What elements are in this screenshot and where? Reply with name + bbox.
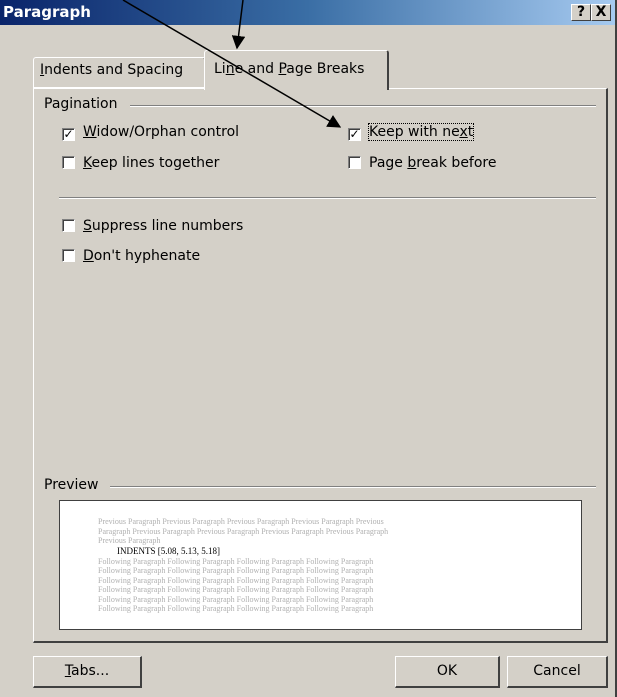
- preview-line: Following Paragraph Following Paragraph …: [98, 575, 374, 585]
- checkbox-label: Don't hyphenate: [83, 248, 201, 264]
- checkbox-label: Suppress line numbers: [83, 218, 244, 234]
- tab-line-and-page-breaks[interactable]: Line and Page Breaks: [204, 50, 389, 90]
- preview-line: Following Paragraph Following Paragraph …: [98, 556, 374, 566]
- preview-following-text: Following Paragraph Following Paragraph …: [60, 557, 581, 614]
- preview-line: Previous Paragraph: [98, 536, 161, 545]
- tab-label: Indents and Spacing: [40, 62, 184, 78]
- preview-group-label: Preview: [44, 477, 105, 493]
- checkbox-box[interactable]: [62, 219, 75, 232]
- widow-orphan-control-checkbox[interactable]: ✓ Widow/Orphan control: [62, 124, 239, 141]
- preview-divider: [110, 486, 596, 488]
- preview-line: Following Paragraph Following Paragraph …: [98, 604, 374, 613]
- checkbox-box[interactable]: [62, 249, 75, 262]
- options-divider: [59, 197, 596, 199]
- dialog-title: Paragraph: [3, 3, 91, 21]
- paragraph-dialog: Paragraph ? X Indents and Spacing Line a…: [0, 0, 617, 697]
- pagination-divider: [130, 105, 596, 107]
- checkbox-box[interactable]: [348, 156, 361, 169]
- checkbox-box[interactable]: ✓: [348, 128, 361, 141]
- preview-previous-text: Previous Paragraph Previous Paragraph Pr…: [60, 501, 581, 546]
- ok-button[interactable]: OK: [395, 656, 500, 688]
- close-button[interactable]: X: [591, 4, 611, 21]
- preview-line: Previous Paragraph Previous Paragraph Pr…: [98, 517, 384, 526]
- preview-line: Following Paragraph Following Paragraph …: [98, 594, 374, 604]
- checkbox-label: Page break before: [369, 155, 497, 171]
- tab-label: Line and Page Breaks: [214, 61, 365, 77]
- preview-line: Following Paragraph Following Paragraph …: [98, 566, 374, 575]
- preview-line: Following Paragraph Following Paragraph …: [98, 585, 374, 594]
- pagination-group-label: Pagination: [44, 96, 124, 112]
- help-button[interactable]: ?: [571, 4, 591, 21]
- preview-current-text: INDENTS [5.08, 5.13, 5.18]: [117, 545, 220, 556]
- suppress-line-numbers-checkbox[interactable]: Suppress line numbers: [62, 218, 243, 234]
- checkbox-label: Keep with next: [367, 123, 475, 141]
- page-break-before-checkbox[interactable]: Page break before: [348, 155, 497, 171]
- tabs-button[interactable]: Tabs...: [33, 656, 142, 688]
- title-bar: Paragraph ? X: [0, 0, 615, 25]
- checkbox-label: Keep lines together: [83, 155, 220, 171]
- button-label: Tabs...: [64, 663, 110, 679]
- dont-hyphenate-checkbox[interactable]: Don't hyphenate: [62, 248, 200, 264]
- keep-with-next-checkbox[interactable]: ✓ Keep with next: [348, 123, 475, 141]
- cancel-button[interactable]: Cancel: [507, 656, 608, 688]
- preview-line: Paragraph Previous Paragraph Previous Pa…: [98, 526, 389, 536]
- checkbox-box[interactable]: ✓: [62, 128, 75, 141]
- tab-indents-and-spacing[interactable]: Indents and Spacing: [33, 57, 206, 88]
- keep-lines-together-checkbox[interactable]: Keep lines together: [62, 155, 219, 171]
- checkbox-box[interactable]: [62, 156, 75, 169]
- checkbox-label: Widow/Orphan control: [83, 124, 240, 140]
- preview-box: Previous Paragraph Previous Paragraph Pr…: [59, 500, 582, 630]
